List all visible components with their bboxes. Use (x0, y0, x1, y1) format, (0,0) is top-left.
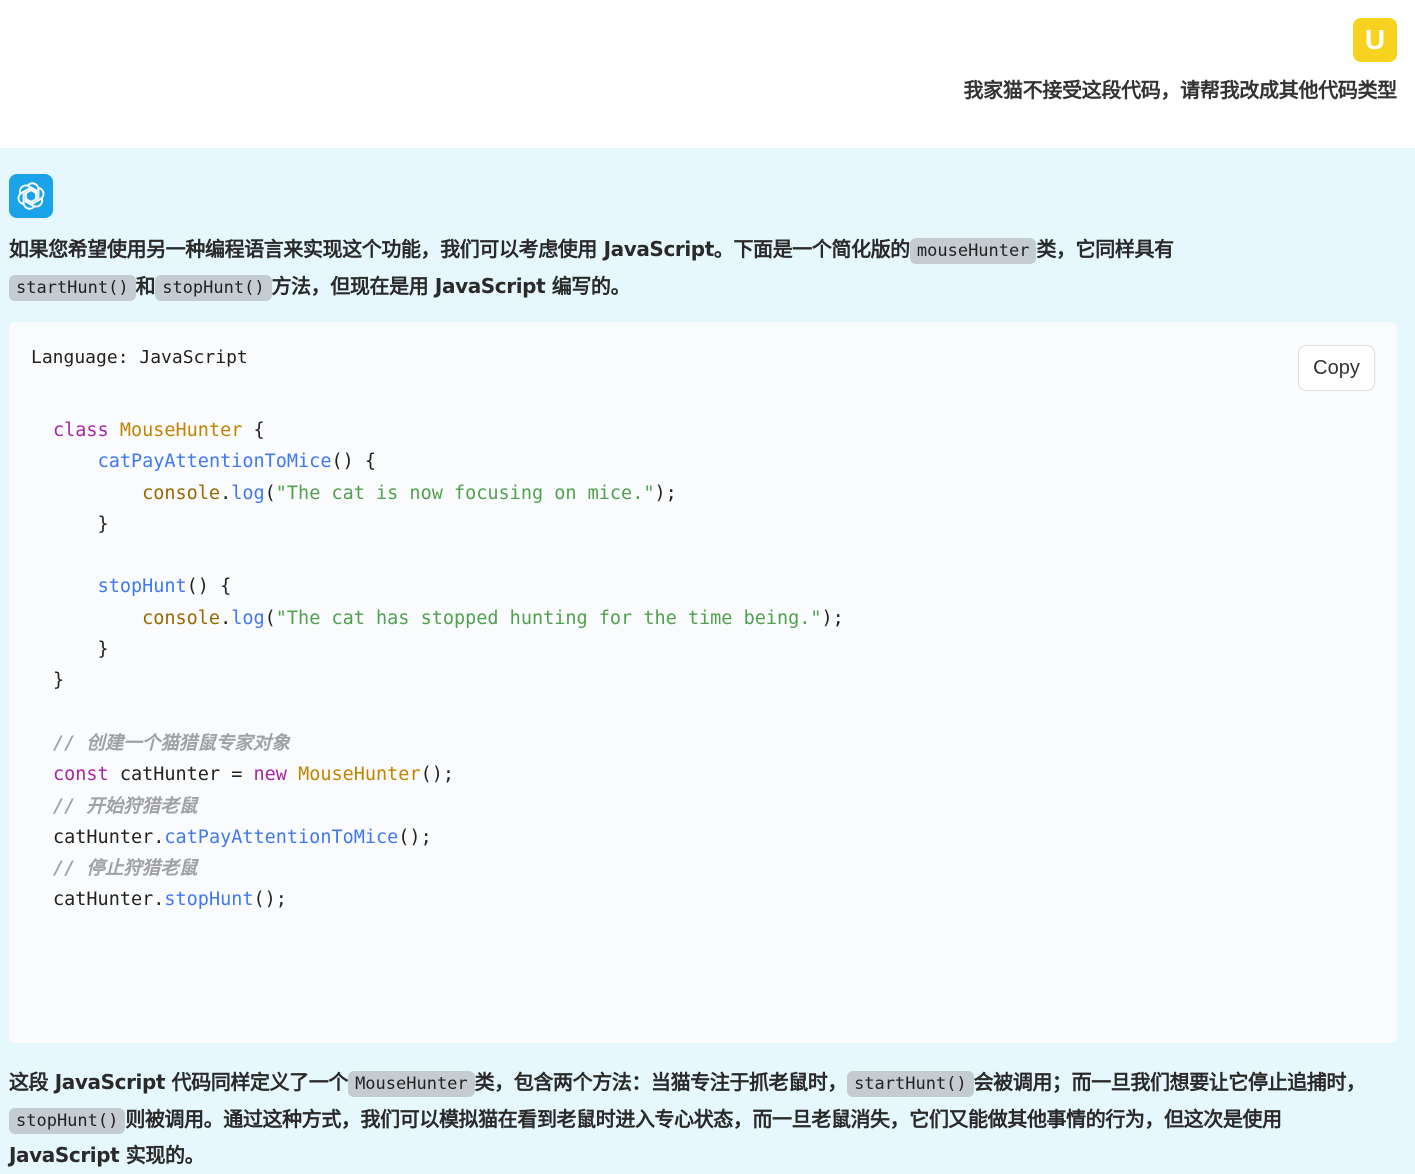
code-line: // 开始狩猎老鼠 (53, 795, 198, 817)
code-block: Language: JavaScript Copy class MouseHun… (9, 322, 1397, 1043)
user-message-row: U 我家猫不接受这段代码，请帮我改成其他代码类型 (0, 0, 1415, 148)
intro-text-3: 和 (135, 273, 156, 298)
copy-button[interactable]: Copy (1298, 345, 1375, 391)
openai-logo-icon (9, 174, 53, 218)
code-line: console.log("The cat has stopped hunting… (142, 607, 844, 629)
assistant-intro-text: 如果您希望使用另一种编程语言来实现这个功能，我们可以考虑使用 JavaScrip… (9, 232, 1397, 305)
code-line: // 创建一个猫猎鼠专家对象 (53, 732, 290, 754)
outro-text-3: 会被调用；而一旦我们想要让它停止追捕时， (973, 1070, 1366, 1094)
code-line: stopHunt() { (97, 576, 232, 598)
user-message-text: 我家猫不接受这段代码，请帮我改成其他代码类型 (963, 78, 1398, 102)
user-avatar: U (1353, 18, 1397, 62)
code-line: } (53, 639, 109, 661)
assistant-message-row: 如果您希望使用另一种编程语言来实现这个功能，我们可以考虑使用 JavaScrip… (0, 148, 1415, 1174)
code-line: catHunter.stopHunt(); (53, 889, 287, 911)
inline-code: stopHunt() (155, 274, 272, 301)
code-line: } (53, 670, 65, 692)
inline-code: startHunt() (9, 274, 136, 301)
code-language-label: Language: JavaScript (31, 347, 248, 368)
intro-text-2: 类，它同样具有 (1036, 237, 1174, 261)
inline-code: MouseHunter (348, 1071, 475, 1097)
code-line: console.log("The cat is now focusing on … (142, 482, 677, 504)
inline-code: stopHunt() (9, 1107, 126, 1134)
outro-text-1: 这段 JavaScript 代码同样定义了一个 (9, 1070, 349, 1094)
inline-code: mouseHunter (909, 238, 1037, 264)
code-line: catHunter.catPayAttentionToMice(); (53, 826, 432, 848)
code-line: class MouseHunter { (53, 420, 265, 441)
code-line: catPayAttentionToMice() { (97, 451, 377, 473)
code-line: const catHunter = new MouseHunter(); (53, 764, 455, 786)
intro-text-1: 如果您希望使用另一种编程语言来实现这个功能，我们可以考虑使用 JavaScrip… (9, 237, 910, 261)
code-content: class MouseHunter { catPayAttentionToMic… (53, 415, 844, 916)
code-line: // 停止狩猎老鼠 (53, 858, 198, 880)
assistant-outro-text: 这段 JavaScript 代码同样定义了一个 MouseHunter 类，包含两个… (9, 1065, 1397, 1173)
outro-text-4: 则被调用。通过这种方式，我们可以模拟猫在看到老鼠时进入专心状态，而一旦老鼠消失，… (9, 1106, 1282, 1168)
inline-code: startHunt() (847, 1071, 974, 1097)
code-line: } (53, 513, 109, 535)
intro-text-4: 方法，但现在是用 JavaScript 编写的。 (271, 273, 631, 298)
outro-text-2: 类，包含两个方法：当猫专注于抓老鼠时， (474, 1070, 848, 1094)
